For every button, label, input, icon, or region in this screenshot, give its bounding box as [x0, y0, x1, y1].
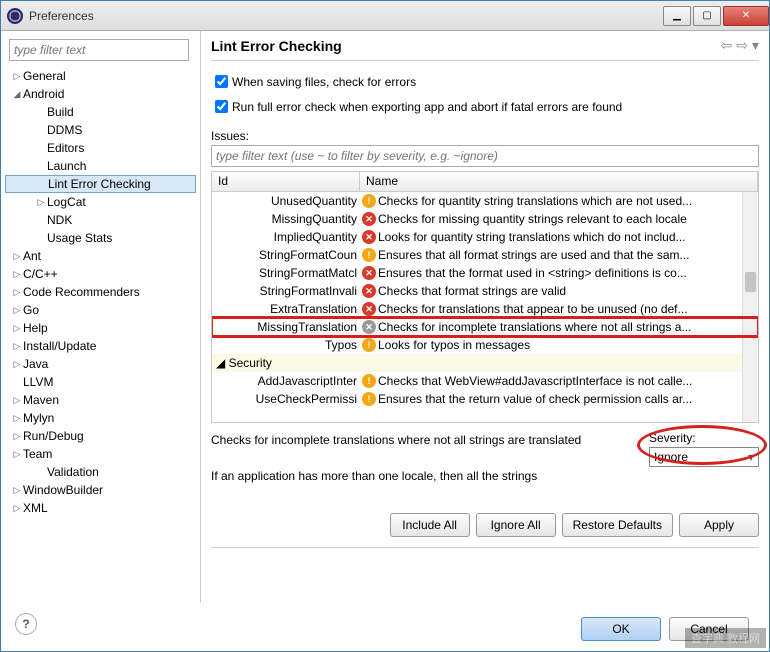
tree-filter-input[interactable] [9, 39, 189, 61]
table-row[interactable]: UseCheckPermissi!Ensures that the return… [212, 390, 758, 408]
nav-fwd-icon[interactable]: ⇨ [736, 37, 748, 54]
tree-item-go[interactable]: ▷Go [5, 301, 196, 319]
window-title: Preferences [29, 9, 661, 23]
minimize-button[interactable] [663, 6, 691, 26]
help-button[interactable]: ? [15, 613, 37, 635]
issues-table[interactable]: Id Name UnusedQuantity!Checks for quanti… [211, 171, 759, 423]
table-row[interactable]: UnusedQuantity!Checks for quantity strin… [212, 192, 758, 210]
tree-item-ant[interactable]: ▷Ant [5, 247, 196, 265]
tree-item-lint-error-checking[interactable]: Lint Error Checking [5, 175, 196, 193]
severity-icon: ✕ [362, 320, 376, 334]
severity-select[interactable]: Ignore [649, 447, 759, 467]
table-row[interactable]: MissingTranslation✕Checks for incomplete… [212, 318, 758, 336]
tree-item-general[interactable]: ▷General [5, 67, 196, 85]
issues-filter-input[interactable] [211, 145, 759, 167]
tree-item-build[interactable]: Build [5, 103, 196, 121]
tree-item-team[interactable]: ▷Team [5, 445, 196, 463]
preferences-tree[interactable]: ▷General◢AndroidBuildDDMSEditorsLaunchLi… [5, 67, 196, 517]
severity-icon: ✕ [362, 230, 376, 244]
severity-icon: ! [362, 374, 376, 388]
tree-item-c-c-[interactable]: ▷C/C++ [5, 265, 196, 283]
severity-icon: ✕ [362, 284, 376, 298]
eclipse-icon [7, 8, 23, 24]
tree-item-install-update[interactable]: ▷Install/Update [5, 337, 196, 355]
tree-item-mylyn[interactable]: ▷Mylyn [5, 409, 196, 427]
severity-label: Severity: [649, 431, 759, 445]
table-row[interactable]: AddJavascriptInter!Checks that WebView#a… [212, 372, 758, 390]
main-panel: Lint Error Checking ⇦ ⇨ ▾ When saving fi… [201, 31, 769, 603]
tree-item-code-recommenders[interactable]: ▷Code Recommenders [5, 283, 196, 301]
severity-icon: ✕ [362, 302, 376, 316]
tree-item-maven[interactable]: ▷Maven [5, 391, 196, 409]
apply-button[interactable]: Apply [679, 513, 759, 537]
tree-item-validation[interactable]: Validation [5, 463, 196, 481]
chk-export-abort-box[interactable] [215, 100, 228, 113]
tree-item-android[interactable]: ◢Android [5, 85, 196, 103]
severity-icon: ! [362, 338, 376, 352]
tree-item-help[interactable]: ▷Help [5, 319, 196, 337]
severity-icon: ✕ [362, 212, 376, 226]
severity-icon: ! [362, 392, 376, 406]
table-row[interactable]: ◢ Security [212, 354, 758, 372]
severity-icon: ! [362, 248, 376, 262]
ok-button[interactable]: OK [581, 617, 661, 641]
chk-save-files[interactable]: When saving files, check for errors [211, 72, 759, 91]
sidebar: ▷General◢AndroidBuildDDMSEditorsLaunchLi… [1, 31, 201, 603]
tree-item-llvm[interactable]: LLVM [5, 373, 196, 391]
close-button[interactable] [723, 6, 769, 26]
nav-back-icon[interactable]: ⇦ [721, 37, 733, 54]
tree-item-run-debug[interactable]: ▷Run/Debug [5, 427, 196, 445]
table-row[interactable]: MissingQuantity✕Checks for missing quant… [212, 210, 758, 228]
chk-export-abort[interactable]: Run full error check when exporting app … [211, 97, 759, 116]
preferences-window: Preferences ▷General◢AndroidBuildDDMSEdi… [0, 0, 770, 652]
tree-item-launch[interactable]: Launch [5, 157, 196, 175]
table-row[interactable]: Typos!Looks for typos in messages [212, 336, 758, 354]
tree-item-logcat[interactable]: ▷LogCat [5, 193, 196, 211]
ignore-all-button[interactable]: Ignore All [476, 513, 556, 537]
watermark: 查字典 教程网 [685, 628, 766, 648]
issues-label: Issues: [211, 129, 759, 143]
page-title: Lint Error Checking [211, 38, 717, 54]
tree-item-usage-stats[interactable]: Usage Stats [5, 229, 196, 247]
table-row[interactable]: StringFormatMatcl✕Ensures that the forma… [212, 264, 758, 282]
tree-item-java[interactable]: ▷Java [5, 355, 196, 373]
tree-item-ddms[interactable]: DDMS [5, 121, 196, 139]
col-header-name[interactable]: Name [360, 172, 758, 191]
table-row[interactable]: StringFormatCoun!Ensures that all format… [212, 246, 758, 264]
table-row[interactable]: StringFormatInvali✕Checks that format st… [212, 282, 758, 300]
scrollbar-thumb[interactable] [745, 272, 756, 292]
restore-defaults-button[interactable]: Restore Defaults [562, 513, 673, 537]
include-all-button[interactable]: Include All [390, 513, 470, 537]
col-header-id[interactable]: Id [212, 172, 360, 191]
table-row[interactable]: ImpliedQuantity✕Looks for quantity strin… [212, 228, 758, 246]
chk-save-files-box[interactable] [215, 75, 228, 88]
severity-icon: ! [362, 194, 376, 208]
tree-item-windowbuilder[interactable]: ▷WindowBuilder [5, 481, 196, 499]
titlebar[interactable]: Preferences [1, 1, 769, 31]
tree-item-editors[interactable]: Editors [5, 139, 196, 157]
table-scrollbar[interactable] [742, 192, 758, 422]
severity-icon: ✕ [362, 266, 376, 280]
table-row[interactable]: ExtraTranslation✕Checks for translations… [212, 300, 758, 318]
maximize-button[interactable] [693, 6, 721, 26]
issue-description: Checks for incomplete translations where… [211, 431, 639, 485]
nav-menu-icon[interactable]: ▾ [752, 37, 759, 54]
tree-item-ndk[interactable]: NDK [5, 211, 196, 229]
tree-item-xml[interactable]: ▷XML [5, 499, 196, 517]
